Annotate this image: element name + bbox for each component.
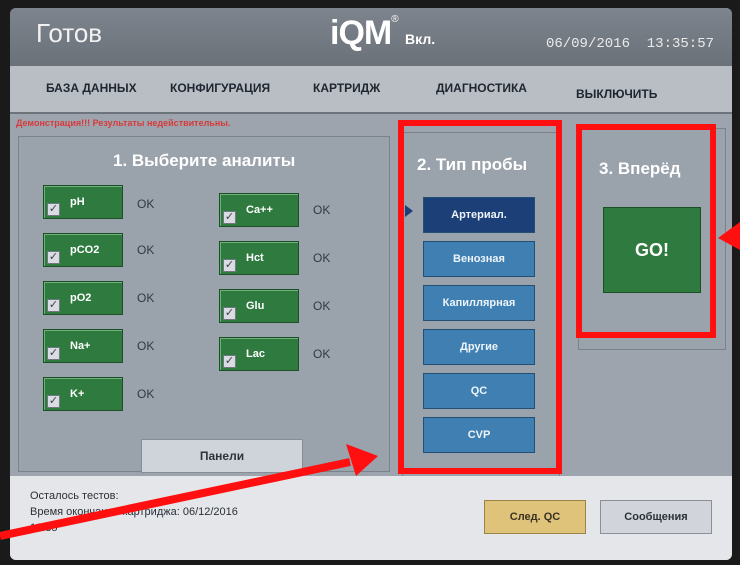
menu-bar: БАЗА ДАННЫХ КОНФИГУРАЦИЯ КАРТРИДЖ ДИАГНО… — [10, 66, 732, 114]
checkbox-checked-icon[interactable]: ✓ — [223, 355, 236, 368]
demo-warning: Демонстрация!!! Результаты недействитель… — [16, 118, 231, 128]
checkbox-checked-icon[interactable]: ✓ — [47, 347, 60, 360]
analyte-k-button[interactable]: ✓ K+ — [43, 377, 123, 411]
analyte-label: pCO2 — [70, 244, 100, 256]
analyte-pco2-button[interactable]: ✓ pCO2 — [43, 233, 123, 267]
logo-state: Вкл. — [405, 31, 436, 47]
analyte-ph-button[interactable]: ✓ pH — [43, 185, 123, 219]
analyte-label: Glu — [246, 300, 265, 312]
analyte-lac-button[interactable]: ✓ Lac — [219, 337, 299, 371]
analyte-label: K+ — [70, 388, 85, 400]
logo-registered-mark: ® — [391, 14, 399, 25]
annotation-box-go — [576, 124, 716, 338]
time-fragment-text: 13:35 — [30, 522, 58, 534]
analyte-po2-button[interactable]: ✓ pO2 — [43, 281, 123, 315]
menu-configuration[interactable]: КОНФИГУРАЦИЯ — [170, 81, 270, 95]
status-text: Готов — [36, 18, 103, 48]
checkbox-checked-icon[interactable]: ✓ — [47, 395, 60, 408]
analyte-status: OK — [137, 387, 155, 401]
iqm-logo: iQM® Вкл. — [330, 14, 435, 53]
analyte-status: OK — [137, 291, 155, 305]
checkbox-checked-icon[interactable]: ✓ — [47, 203, 60, 216]
analyte-label: pH — [70, 196, 85, 208]
analyte-label: pO2 — [70, 292, 92, 304]
checkbox-checked-icon[interactable]: ✓ — [223, 307, 236, 320]
cartridge-expiry-text: Время окончания картриджа: 06/12/2016 — [30, 506, 238, 518]
checkbox-checked-icon[interactable]: ✓ — [47, 299, 60, 312]
datetime: 06/09/2016 13:35:57 — [546, 36, 714, 52]
annotation-box-sample-type — [398, 120, 562, 474]
analyte-glu-button[interactable]: ✓ Glu — [219, 289, 299, 323]
time-text: 13:35:57 — [646, 36, 714, 52]
analyte-label: Lac — [246, 348, 265, 360]
panels-button[interactable]: Панели — [141, 439, 303, 473]
analyte-label: Na+ — [70, 340, 91, 352]
analyte-status: OK — [313, 299, 331, 313]
title-bar: Готов iQM® Вкл. 06/09/2016 13:35:57 — [10, 8, 732, 66]
analytes-panel-title: 1. Выберите аналиты — [113, 151, 296, 170]
menu-diagnostics[interactable]: ДИАГНОСТИКА — [436, 81, 527, 95]
menu-shutdown[interactable]: ВЫКЛЮЧИТЬ — [576, 87, 657, 101]
analyte-status: OK — [137, 339, 155, 353]
date-text: 06/09/2016 — [545, 36, 630, 52]
logo-brand: iQM — [330, 14, 392, 52]
checkbox-checked-icon[interactable]: ✓ — [223, 211, 236, 224]
menu-database[interactable]: БАЗА ДАННЫХ — [46, 81, 137, 95]
bottom-status-bar: Осталось тестов: Время окончания картрид… — [10, 476, 732, 560]
checkbox-checked-icon[interactable]: ✓ — [223, 259, 236, 272]
analyte-ca-button[interactable]: ✓ Ca++ — [219, 193, 299, 227]
checkbox-checked-icon[interactable]: ✓ — [47, 251, 60, 264]
messages-button[interactable]: Сообщения — [600, 500, 712, 534]
analyte-status: OK — [313, 347, 331, 361]
analyte-na-button[interactable]: ✓ Na+ — [43, 329, 123, 363]
tests-left-text: Осталось тестов: — [30, 490, 119, 502]
next-qc-button[interactable]: След. QC — [484, 500, 586, 534]
analyte-hct-button[interactable]: ✓ Hct — [219, 241, 299, 275]
analyte-label: Hct — [246, 252, 264, 264]
analyte-status: OK — [313, 203, 331, 217]
analyte-label: Ca++ — [246, 204, 273, 216]
analyte-status: OK — [137, 197, 155, 211]
analyte-status: OK — [313, 251, 331, 265]
analytes-panel: 1. Выберите аналиты ✓ pH OK ✓ pCO2 OK ✓ … — [18, 136, 390, 473]
menu-cartridge[interactable]: КАРТРИДЖ — [313, 81, 380, 95]
analyte-status: OK — [137, 243, 155, 257]
